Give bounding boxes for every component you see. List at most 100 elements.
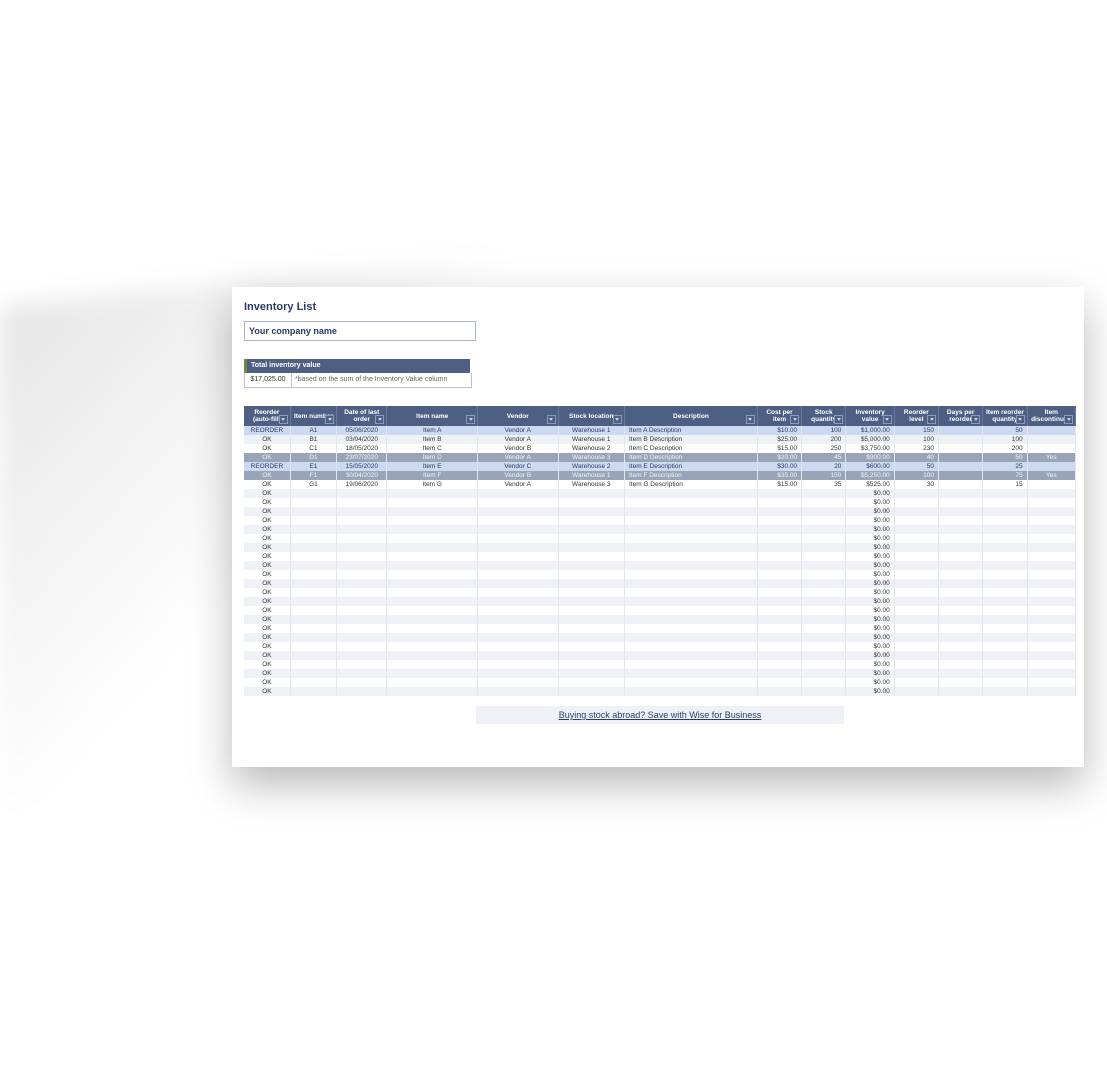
col-header-loc[interactable]: Stock location [558, 406, 624, 426]
cell-reorder[interactable]: OK [244, 435, 290, 444]
cell-reorder[interactable]: REORDER [244, 462, 290, 471]
cell-name[interactable] [387, 489, 478, 498]
cell-val[interactable]: $5,000.00 [846, 435, 894, 444]
filter-icon[interactable] [1016, 415, 1025, 424]
cell-qty[interactable]: 20 [802, 462, 846, 471]
cell-dpr[interactable] [939, 498, 983, 507]
cell-qty[interactable] [802, 516, 846, 525]
cell-rqty[interactable] [983, 552, 1027, 561]
cell-reorder[interactable]: OK [244, 480, 290, 489]
cell-disc[interactable] [1027, 624, 1075, 633]
cell-val[interactable]: $0.00 [846, 669, 894, 678]
cell-desc[interactable]: Item D Description [624, 453, 757, 462]
cell-date[interactable] [337, 579, 387, 588]
cell-vendor[interactable]: Vendor A [478, 453, 559, 462]
cell-disc[interactable] [1027, 516, 1075, 525]
cell-dpr[interactable] [939, 579, 983, 588]
cell-loc[interactable] [558, 489, 624, 498]
table-row[interactable]: OK$0.00 [244, 660, 1076, 669]
cell-item_no[interactable] [290, 552, 336, 561]
cell-loc[interactable] [558, 687, 624, 696]
cell-desc[interactable] [624, 588, 757, 597]
cell-name[interactable] [387, 642, 478, 651]
cell-desc[interactable] [624, 615, 757, 624]
cell-qty[interactable] [802, 651, 846, 660]
table-row[interactable]: OKD123/07/2020Item DVendor AWarehouse 3I… [244, 453, 1076, 462]
cell-val[interactable]: $600.00 [846, 462, 894, 471]
cell-cost[interactable] [757, 543, 801, 552]
cell-dpr[interactable] [939, 552, 983, 561]
cell-vendor[interactable]: Vendor B [478, 444, 559, 453]
filter-icon[interactable] [1064, 415, 1073, 424]
cell-reorder[interactable]: OK [244, 633, 290, 642]
cell-vendor[interactable] [478, 615, 559, 624]
cell-vendor[interactable] [478, 588, 559, 597]
cell-item_no[interactable] [290, 534, 336, 543]
cell-vendor[interactable] [478, 516, 559, 525]
cell-dpr[interactable] [939, 480, 983, 489]
cell-rlvl[interactable] [894, 498, 938, 507]
cell-loc[interactable] [558, 543, 624, 552]
cell-date[interactable] [337, 606, 387, 615]
cell-reorder[interactable]: OK [244, 678, 290, 687]
cell-dpr[interactable] [939, 669, 983, 678]
cell-vendor[interactable] [478, 660, 559, 669]
cell-vendor[interactable] [478, 624, 559, 633]
table-row[interactable]: OKF130/04/2020Item FVendor BWarehouse 1I… [244, 471, 1076, 480]
cell-desc[interactable] [624, 534, 757, 543]
cell-item_no[interactable] [290, 615, 336, 624]
cell-name[interactable] [387, 507, 478, 516]
cell-date[interactable] [337, 687, 387, 696]
cell-cost[interactable]: $15.00 [757, 444, 801, 453]
filter-icon[interactable] [466, 415, 475, 424]
cell-qty[interactable] [802, 561, 846, 570]
cell-rlvl[interactable] [894, 516, 938, 525]
cell-rlvl[interactable] [894, 543, 938, 552]
cell-val[interactable]: $0.00 [846, 543, 894, 552]
cell-val[interactable]: $525.00 [846, 480, 894, 489]
cell-val[interactable]: $0.00 [846, 624, 894, 633]
cell-val[interactable]: $0.00 [846, 588, 894, 597]
cell-desc[interactable] [624, 525, 757, 534]
cell-item_no[interactable]: E1 [290, 462, 336, 471]
cell-dpr[interactable] [939, 471, 983, 480]
filter-icon[interactable] [834, 415, 843, 424]
cell-cost[interactable] [757, 579, 801, 588]
cell-qty[interactable]: 35 [802, 480, 846, 489]
cell-name[interactable] [387, 543, 478, 552]
cell-reorder[interactable]: OK [244, 597, 290, 606]
cell-cost[interactable] [757, 534, 801, 543]
cell-item_no[interactable] [290, 498, 336, 507]
cell-desc[interactable] [624, 579, 757, 588]
filter-icon[interactable] [883, 415, 892, 424]
cell-name[interactable]: Item E [387, 462, 478, 471]
cell-qty[interactable] [802, 606, 846, 615]
cell-val[interactable]: $0.00 [846, 597, 894, 606]
cell-item_no[interactable] [290, 525, 336, 534]
cell-reorder[interactable]: OK [244, 669, 290, 678]
table-row[interactable]: OK$0.00 [244, 561, 1076, 570]
cell-dpr[interactable] [939, 561, 983, 570]
cell-val[interactable]: $0.00 [846, 678, 894, 687]
cell-date[interactable] [337, 588, 387, 597]
cell-val[interactable]: $0.00 [846, 615, 894, 624]
cell-dpr[interactable] [939, 444, 983, 453]
cell-dpr[interactable] [939, 516, 983, 525]
cell-disc[interactable] [1027, 498, 1075, 507]
cell-date[interactable] [337, 624, 387, 633]
table-row[interactable]: OK$0.00 [244, 687, 1076, 696]
table-row[interactable]: OK$0.00 [244, 579, 1076, 588]
table-row[interactable]: OKG119/06/2020Item GVendor AWarehouse 3I… [244, 480, 1076, 489]
cell-vendor[interactable] [478, 579, 559, 588]
cell-loc[interactable] [558, 507, 624, 516]
cell-disc[interactable] [1027, 588, 1075, 597]
cell-loc[interactable] [558, 552, 624, 561]
cell-rlvl[interactable] [894, 642, 938, 651]
cell-loc[interactable] [558, 615, 624, 624]
cell-name[interactable] [387, 561, 478, 570]
cell-vendor[interactable]: Vendor C [478, 462, 559, 471]
cell-rlvl[interactable] [894, 615, 938, 624]
cell-date[interactable] [337, 507, 387, 516]
cell-qty[interactable] [802, 507, 846, 516]
cell-rlvl[interactable] [894, 507, 938, 516]
